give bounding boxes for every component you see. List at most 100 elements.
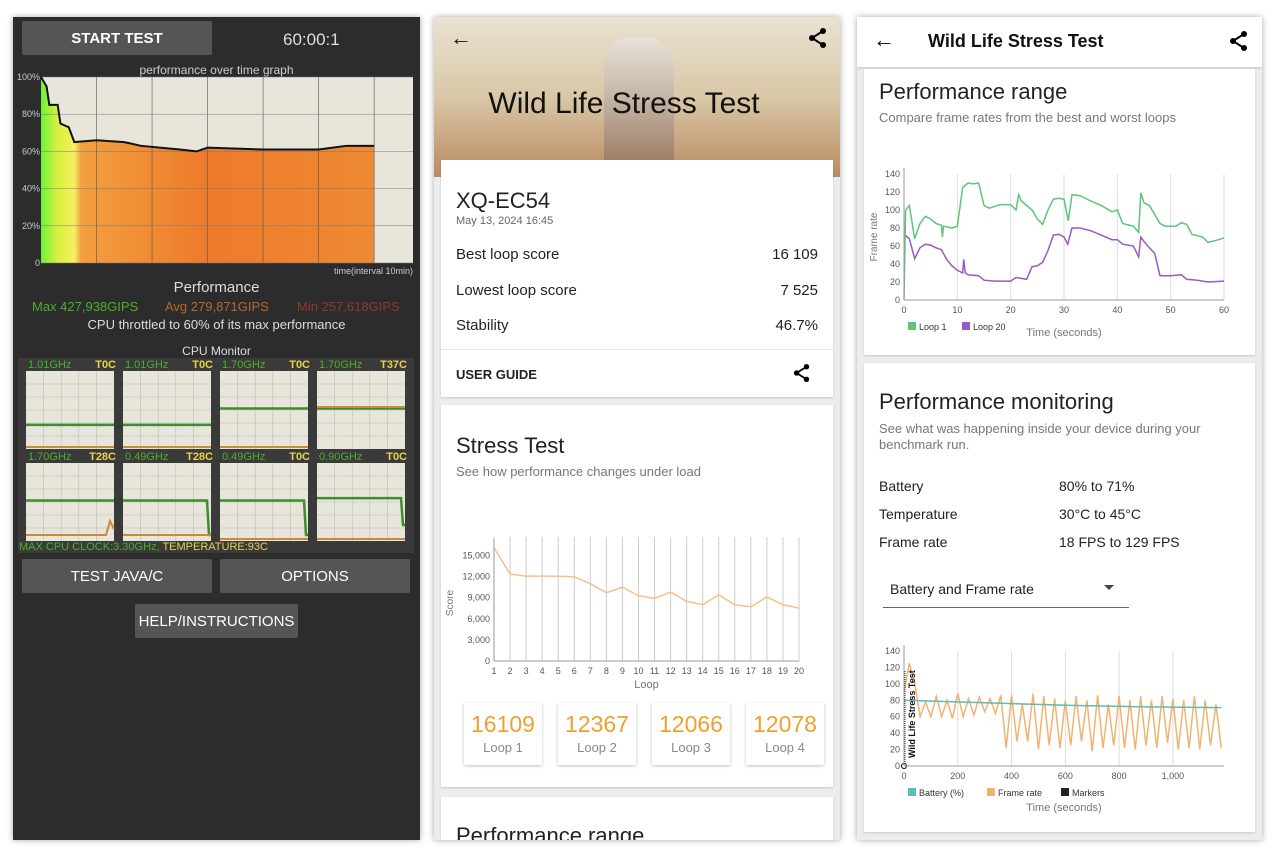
- y-tick-label: 100: [885, 205, 900, 215]
- share-icon[interactable]: [793, 363, 811, 383]
- benchmark-detail-screen: ← Wild Life Stress Test Performance rang…: [857, 17, 1262, 840]
- core-temperature: T0C: [289, 451, 310, 463]
- y-tick-label: 20: [890, 277, 900, 287]
- x-tick-label: 30: [1059, 305, 1069, 315]
- back-arrow-icon[interactable]: ←: [873, 27, 895, 53]
- y-tick-label: 140: [885, 646, 900, 656]
- x-tick-label: 9: [620, 666, 625, 676]
- legend-swatch: [908, 788, 916, 796]
- legend-label: Loop 1: [919, 322, 947, 332]
- cpu-core-monitor: 1.70GHz T28C: [26, 452, 120, 544]
- x-tick-label: 8: [604, 666, 609, 676]
- cpu-core-monitor: 0.49GHz T28C: [123, 452, 217, 544]
- core-graph: [123, 371, 211, 449]
- x-tick-label: 1,000: [1162, 771, 1185, 781]
- y-tick-label: 60: [890, 241, 900, 251]
- x-tick-label: 7: [588, 666, 593, 676]
- y-axis-label: Score: [445, 590, 456, 617]
- avg-performance: Avg 279,871GIPS: [165, 299, 269, 314]
- min-performance: Min 257,618GIPS: [297, 299, 400, 314]
- section-title: Stress Test: [456, 433, 565, 458]
- y-tick-label: 0: [895, 295, 900, 305]
- x-axis-label: Time (seconds): [1026, 802, 1101, 814]
- loop-score: 16109: [471, 711, 535, 737]
- x-tick-label: 18: [762, 666, 772, 676]
- y-axis-label: Frame rate: [869, 212, 880, 261]
- stat-label: Best loop score: [456, 246, 560, 263]
- test-java-button[interactable]: TEST JAVA/C: [22, 559, 212, 593]
- x-tick-label: 11: [650, 666, 659, 676]
- y-tick-label: 40: [890, 259, 900, 269]
- loop-score-card: 16109 Loop 1: [464, 703, 542, 765]
- y-tick-label: 20%: [22, 221, 40, 231]
- x-tick-label: 4: [540, 666, 545, 676]
- dropdown-value: Battery and Frame rate: [890, 581, 1034, 597]
- x-tick-label: 5: [556, 666, 561, 676]
- core-graph: [26, 371, 114, 449]
- monitor-value: 30°C to 45°C: [1059, 506, 1142, 522]
- performance-graph: 100% 80% 60% 40% 20% 0 time(interval 10min): [17, 73, 413, 276]
- performance-range-card: Performance range Compare frame rates fr…: [864, 69, 1255, 355]
- legend-label: Frame rate: [998, 788, 1042, 798]
- core-temperature: T0C: [192, 359, 213, 371]
- timer: 60:00:1: [283, 30, 340, 49]
- y-tick-label: 0: [35, 258, 40, 268]
- y-tick-label: 100%: [17, 73, 40, 82]
- score-line: [493, 547, 800, 609]
- x-tick-label: 15: [714, 666, 724, 676]
- app-bar-title: Wild Life Stress Test: [928, 31, 1104, 51]
- x-tick-label: 60: [1219, 305, 1229, 315]
- back-arrow-icon[interactable]: ←: [450, 25, 472, 51]
- stat-label: Lowest loop score: [456, 282, 577, 299]
- x-tick-label: 20: [1006, 305, 1016, 315]
- test-date: May 13, 2024 16:45: [456, 215, 554, 227]
- page-title: Wild Life Stress Test: [488, 87, 760, 120]
- share-icon[interactable]: [1229, 30, 1249, 52]
- x-tick-label: 17: [746, 666, 756, 676]
- performance-range-card: Performance range: [441, 797, 833, 840]
- chart-type-dropdown[interactable]: Battery and Frame rate: [883, 573, 1129, 608]
- core-frequency: 0.49GHz: [125, 451, 169, 463]
- x-axis-label: Loop: [634, 679, 658, 691]
- monitor-label: Frame rate: [879, 534, 948, 550]
- x-tick-label: 20: [794, 666, 804, 676]
- core-graph: [317, 371, 405, 449]
- x-tick-label: 600: [1058, 771, 1073, 781]
- legend-swatch: [1061, 788, 1069, 796]
- x-tick-label: 6: [572, 666, 577, 676]
- x-tick-label: 13: [682, 666, 692, 676]
- options-button[interactable]: OPTIONS: [220, 559, 410, 593]
- core-graph: [317, 463, 405, 541]
- stress-test-card: Stress Test See how performance changes …: [441, 405, 833, 787]
- cpu-core-monitor: 1.70GHz T0C: [220, 360, 314, 452]
- stress-test-chart: 1 2 3 4 5 6 7 8 9 10 11 12 13 14 15 16 17 18 19 2003,0006,0…: [445, 537, 804, 691]
- x-tick-label: 200: [950, 771, 965, 781]
- share-icon[interactable]: [808, 27, 828, 49]
- y-tick-label: 0: [895, 761, 900, 771]
- start-test-button[interactable]: START TEST: [22, 21, 212, 55]
- y-tick-label: 6,000: [467, 614, 490, 624]
- y-tick-label: 120: [885, 662, 900, 672]
- core-frequency: 1.01GHz: [28, 359, 72, 371]
- cpu-summary: MAX CPU CLOCK:3.30GHz, TEMPERATURE:93C: [19, 541, 268, 553]
- y-tick-label: 20: [890, 745, 900, 755]
- monitor-value: 18 FPS to 129 FPS: [1059, 534, 1180, 550]
- core-frequency: 1.70GHz: [319, 359, 363, 371]
- loop-score: 12078: [753, 711, 817, 737]
- y-tick-label: 80: [890, 695, 900, 705]
- stat-label: Stability: [456, 317, 509, 334]
- marker-annotation: Wild Life Stress Test: [907, 670, 917, 758]
- stat-row: Stability 46.7%: [456, 317, 818, 334]
- loop-score: 12066: [659, 711, 723, 737]
- stat-value: 16 109: [772, 246, 818, 263]
- y-tick-label: 3,000: [467, 635, 490, 645]
- throttle-text: CPU throttled to 60% of its max performa…: [87, 317, 346, 332]
- monitor-value: 80% to 71%: [1059, 478, 1135, 494]
- core-temperature: T0C: [95, 359, 116, 371]
- y-tick-label: 80: [890, 223, 900, 233]
- help-instructions-button[interactable]: HELP/INSTRUCTIONS: [135, 604, 298, 638]
- core-frequency: 1.70GHz: [222, 359, 266, 371]
- user-guide-link[interactable]: USER GUIDE: [456, 367, 537, 382]
- section-subtitle: Compare frame rates from the best and wo…: [879, 110, 1176, 125]
- x-tick-label: 800: [1112, 771, 1127, 781]
